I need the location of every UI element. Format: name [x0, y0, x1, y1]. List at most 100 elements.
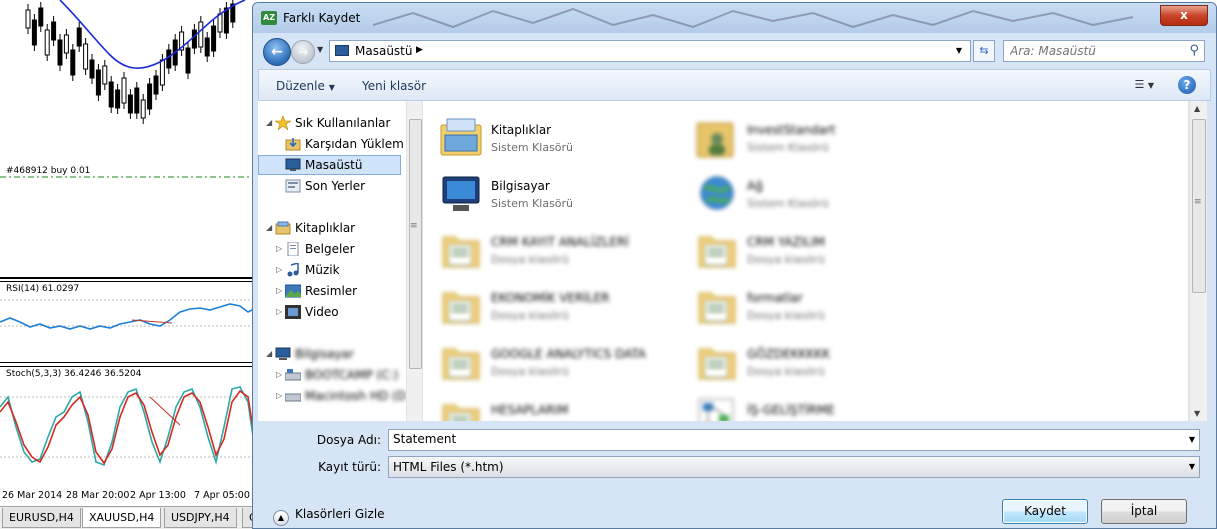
command-bar: Düzenle ▼ Yeni klasör ☰ ▼ ?: [258, 69, 1211, 101]
tree-label: Sık Kullanılanlar: [295, 116, 391, 130]
tree-downloads[interactable]: Karşıdan Yüklem: [258, 134, 406, 154]
pane-divider-2[interactable]: [0, 362, 256, 363]
file-name: CRM KAYIT ANALİZLERİ: [491, 235, 629, 249]
tree-label: Macintosh HD (D: [305, 389, 406, 403]
close-button[interactable]: x: [1160, 5, 1208, 26]
search-icon[interactable]: ⚲: [1189, 43, 1199, 58]
recent-pages-dropdown-icon[interactable]: ▼: [317, 45, 323, 54]
file-item[interactable]: Ağ Sistem Klasörü: [695, 169, 945, 221]
scrollbar-thumb[interactable]: [409, 119, 422, 369]
title-bar[interactable]: AZ Farklı Kaydet x: [253, 3, 1216, 33]
stochastic-pane[interactable]: Stoch(5,3,3) 36.4246 36.5204: [0, 366, 256, 489]
file-item[interactable]: EKONOMİK VERİLER Dosya klasörü: [439, 281, 689, 333]
file-type: Dosya klasörü: [747, 253, 825, 266]
file-item[interactable]: İŞ-GELİŞTİRMEDosya klasörü: [695, 393, 945, 421]
organize-button[interactable]: Düzenle ▼: [276, 79, 335, 93]
pictures-icon: [285, 284, 301, 298]
chevron-down-icon: ▼: [328, 83, 335, 92]
refresh-button[interactable]: ⇆: [973, 40, 995, 62]
file-list-scrollbar[interactable]: ▲ ≡ ▼: [1189, 101, 1207, 421]
dialog-title: Farklı Kaydet: [283, 11, 361, 25]
file-item[interactable]: InvestStandart Sistem Klasörü: [695, 113, 945, 165]
expanded-arrow-icon[interactable]: ◢: [266, 218, 272, 238]
collapsed-arrow-icon[interactable]: ▷: [276, 260, 282, 280]
view-options-button[interactable]: ☰ ▼: [1134, 78, 1154, 91]
pane-divider[interactable]: [0, 277, 256, 279]
search-box[interactable]: ⚲: [1003, 40, 1205, 62]
file-item[interactable]: formatlar Dosya klasörü: [695, 281, 945, 333]
tree-libraries[interactable]: ◢ Kitaplıklar: [258, 218, 406, 238]
file-name: InvestStandart: [747, 123, 836, 137]
folder-icon: [442, 292, 480, 324]
tree-label: Karşıdan Yüklem: [305, 137, 404, 151]
hide-folders-toggle[interactable]: ▲ Klasörleri Gizle: [273, 507, 385, 526]
tree-favorites[interactable]: ◢ Sık Kullanılanlar: [258, 113, 406, 133]
filename-combobox[interactable]: ▼: [388, 429, 1200, 451]
filetype-select[interactable]: HTML Files (*.htm) ▼: [388, 456, 1200, 478]
network-icon: [700, 176, 734, 210]
tab-usdjpy[interactable]: USDJPY,H4: [164, 508, 237, 528]
collapsed-arrow-icon[interactable]: ▷: [276, 365, 282, 385]
tree-documents[interactable]: ▷ Belgeler: [258, 239, 406, 259]
file-item[interactable]: Kitaplıklar Sistem Klasörü: [439, 113, 689, 165]
tab-xauusd[interactable]: XAUUSD,H4: [82, 508, 162, 528]
collapsed-arrow-icon[interactable]: ▷: [276, 281, 282, 301]
file-item[interactable]: CRM KAYIT ANALİZLERİ Dosya klasörü: [439, 225, 689, 277]
computer-icon: [275, 347, 291, 360]
chart-tabs: EURUSD,H4 XAUUSD,H4 USDJPY,H4 G: [0, 506, 256, 529]
chevron-up-icon: ▲: [273, 510, 289, 526]
date-tick: 28 Mar 20:00: [66, 490, 130, 501]
new-folder-button[interactable]: Yeni klasör: [362, 79, 426, 93]
date-tick: 26 Mar 2014: [2, 490, 63, 501]
cancel-button[interactable]: İptal: [1101, 499, 1187, 524]
collapsed-arrow-icon[interactable]: ▷: [276, 302, 282, 322]
filename-input[interactable]: [393, 432, 1173, 446]
file-item[interactable]: Bilgisayar Sistem Klasörü: [439, 169, 689, 221]
file-item[interactable]: GOOGLE ANALYTICS DATA Dosya klasörü: [439, 337, 689, 389]
navigation-scrollbar[interactable]: ≡: [406, 101, 422, 421]
scroll-down-icon[interactable]: ▼: [1194, 409, 1200, 418]
computer-icon: [442, 176, 480, 211]
tab-eurusd[interactable]: EURUSD,H4: [2, 508, 81, 528]
rsi-pane[interactable]: RSI(14) 61.0297: [0, 281, 256, 339]
file-name: HESAPLARIM: [491, 403, 569, 417]
chevron-down-icon[interactable]: ▼: [1189, 462, 1195, 471]
file-item[interactable]: CRM YAZILIM Dosya klasörü: [695, 225, 945, 277]
address-location[interactable]: Masaüstü: [355, 44, 412, 58]
tree-pictures[interactable]: ▷ Resimler: [258, 281, 406, 301]
breadcrumb-arrow-icon[interactable]: ▶: [416, 45, 423, 55]
filename-label: Dosya Adı:: [316, 433, 381, 447]
help-icon[interactable]: ?: [1178, 76, 1196, 94]
documents-icon: [287, 242, 299, 256]
scroll-up-icon[interactable]: ▲: [1194, 104, 1200, 113]
navigation-bar: ← → ▼ Masaüstü ▶ ▼ ⇆ ⚲: [253, 33, 1216, 67]
tree-drive-c[interactable]: ▷ BOOTCAMP (C:): [258, 365, 406, 385]
user-folder-icon: [696, 122, 734, 158]
search-input[interactable]: [1010, 43, 1180, 59]
collapsed-arrow-icon[interactable]: ▷: [276, 239, 282, 259]
chevron-down-icon[interactable]: ▼: [1189, 435, 1195, 444]
file-item[interactable]: HESAPLARIMDosya klasörü: [439, 393, 689, 421]
expanded-arrow-icon[interactable]: ◢: [266, 344, 272, 364]
expanded-arrow-icon[interactable]: ◢: [266, 113, 272, 133]
address-dropdown-icon[interactable]: ▼: [956, 46, 962, 55]
file-item[interactable]: GÖZDEKKKKK Dosya klasörü: [695, 337, 945, 389]
file-type: Dosya klasörü: [491, 365, 569, 378]
tree-music[interactable]: ▷ Müzik: [258, 260, 406, 280]
file-name: Ağ: [747, 179, 763, 193]
file-name: Bilgisayar: [491, 179, 550, 193]
address-bar[interactable]: Masaüstü ▶ ▼: [329, 40, 971, 62]
tree-drive-d[interactable]: ▷ Macintosh HD (D: [258, 386, 406, 406]
forward-button[interactable]: →: [291, 40, 315, 64]
price-chart[interactable]: #468912 buy 0.01: [0, 0, 256, 277]
tree-recent-places[interactable]: Son Yerler: [258, 176, 406, 196]
tree-desktop[interactable]: Masaüstü: [258, 155, 401, 175]
collapsed-arrow-icon[interactable]: ▷: [276, 386, 282, 406]
folder-icon: [698, 348, 736, 380]
save-button[interactable]: Kaydet: [1002, 499, 1088, 524]
back-button[interactable]: ←: [263, 38, 291, 66]
folder-icon: [442, 404, 480, 421]
tree-computer[interactable]: ◢ Bilgisayar: [258, 344, 406, 364]
folder-icon: [442, 348, 480, 380]
tree-video[interactable]: ▷ Video: [258, 302, 406, 322]
